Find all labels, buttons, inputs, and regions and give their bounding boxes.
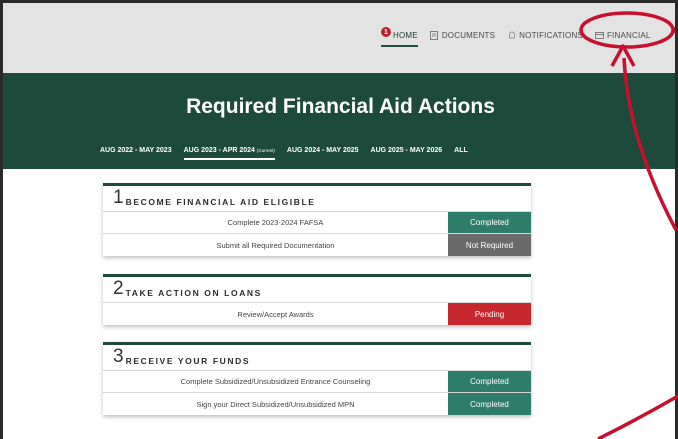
page-title: Required Financial Aid Actions	[186, 95, 495, 118]
action-label: Sign your Direct Subsidized/Unsubsidized…	[196, 399, 355, 409]
section-take-action-loans: 2 TAKE ACTION ON LOANS Review/Accept Awa…	[103, 274, 531, 325]
tab-label: AUG 2024 - MAY 2025	[286, 147, 359, 154]
section-receive-funds: 3 RECEIVE YOUR FUNDS Complete Subsidized…	[103, 342, 531, 415]
tab-year-2024-2025[interactable]: AUG 2024 - MAY 2025	[287, 147, 359, 160]
tab-label: AUG 2023 - APR 2024	[183, 147, 255, 154]
section-header: 1 BECOME FINANCIAL AID ELIGIBLE	[103, 186, 531, 212]
status-badge[interactable]: Completed	[448, 393, 531, 415]
status-badge[interactable]: Completed	[448, 371, 531, 392]
section-number: 1	[113, 187, 124, 208]
notification-badge: 1	[381, 27, 391, 37]
section-number: 2	[113, 278, 124, 299]
table-row: Sign your Direct Subsidized/Unsubsidized…	[103, 393, 531, 415]
table-row: Review/Accept Awards Pending	[103, 303, 531, 325]
section-title: RECEIVE YOUR FUNDS	[125, 356, 251, 366]
status-badge[interactable]: Pending	[448, 303, 531, 325]
section-header: 2 TAKE ACTION ON LOANS	[103, 277, 531, 303]
current-tag: (Current)	[256, 148, 275, 153]
section-become-eligible: 1 BECOME FINANCIAL AID ELIGIBLE Complete…	[103, 183, 531, 256]
nav-notifications-label: NOTIFICATIONS	[519, 30, 583, 40]
document-icon	[430, 30, 439, 40]
hero-banner: Required Financial Aid Actions AUG 2022 …	[3, 73, 675, 169]
nav-documents[interactable]: DOCUMENTS	[430, 31, 495, 40]
profile-badge[interactable]	[674, 26, 675, 34]
top-navigation-bar: 1 HOME DOCUMENTS NOTIFICATIONS FINANCIAL	[3, 3, 675, 73]
section-title: BECOME FINANCIAL AID ELIGIBLE	[125, 197, 316, 207]
section-title: TAKE ACTION ON LOANS	[125, 288, 262, 298]
app-window: 1 HOME DOCUMENTS NOTIFICATIONS FINANCIAL…	[0, 0, 678, 439]
tab-label: ALL	[454, 147, 468, 154]
tab-label: AUG 2022 - MAY 2023	[100, 147, 172, 154]
table-row: Submit all Required Documentation Not Re…	[103, 234, 531, 256]
nav-financial-label: FINANCIAL	[606, 30, 651, 40]
nav-home[interactable]: 1 HOME	[381, 27, 418, 47]
table-row: Complete Subsidized/Unsubsidized Entranc…	[103, 371, 531, 393]
tab-label: AUG 2025 - MAY 2026	[370, 147, 443, 154]
tab-year-2023-2024[interactable]: AUG 2023 - APR 2024 (Current)	[183, 147, 275, 160]
nav-notifications[interactable]: NOTIFICATIONS	[507, 31, 583, 40]
tab-year-2022-2023[interactable]: AUG 2022 - MAY 2023	[100, 147, 172, 160]
nav-home-label: HOME	[393, 30, 418, 40]
award-year-tabs: AUG 2022 - MAY 2023 AUG 2023 - APR 2024 …	[100, 147, 480, 160]
home-icon: 1	[381, 27, 393, 41]
action-label: Complete Subsidized/Unsubsidized Entranc…	[180, 377, 371, 386]
bell-icon	[507, 31, 516, 40]
nav-documents-label: DOCUMENTS	[441, 30, 496, 40]
action-label: Complete 2023-2024 FAFSA	[227, 218, 324, 227]
tab-all-years[interactable]: ALL	[454, 147, 468, 160]
action-label: Submit all Required Documentation	[216, 240, 335, 250]
tab-year-2025-2026[interactable]: AUG 2025 - MAY 2026	[371, 147, 443, 160]
nav-financial[interactable]: FINANCIAL	[595, 31, 651, 40]
table-row: Complete 2023-2024 FAFSA Completed	[103, 212, 531, 234]
action-label: Review/Accept Awards	[237, 309, 314, 319]
main-nav: 1 HOME DOCUMENTS NOTIFICATIONS FINANCIAL	[381, 23, 663, 47]
section-number: 3	[113, 346, 124, 367]
card-icon	[595, 31, 604, 40]
status-badge[interactable]: Completed	[448, 212, 531, 233]
section-header: 3 RECEIVE YOUR FUNDS	[103, 345, 531, 371]
status-badge[interactable]: Not Required	[448, 234, 531, 256]
